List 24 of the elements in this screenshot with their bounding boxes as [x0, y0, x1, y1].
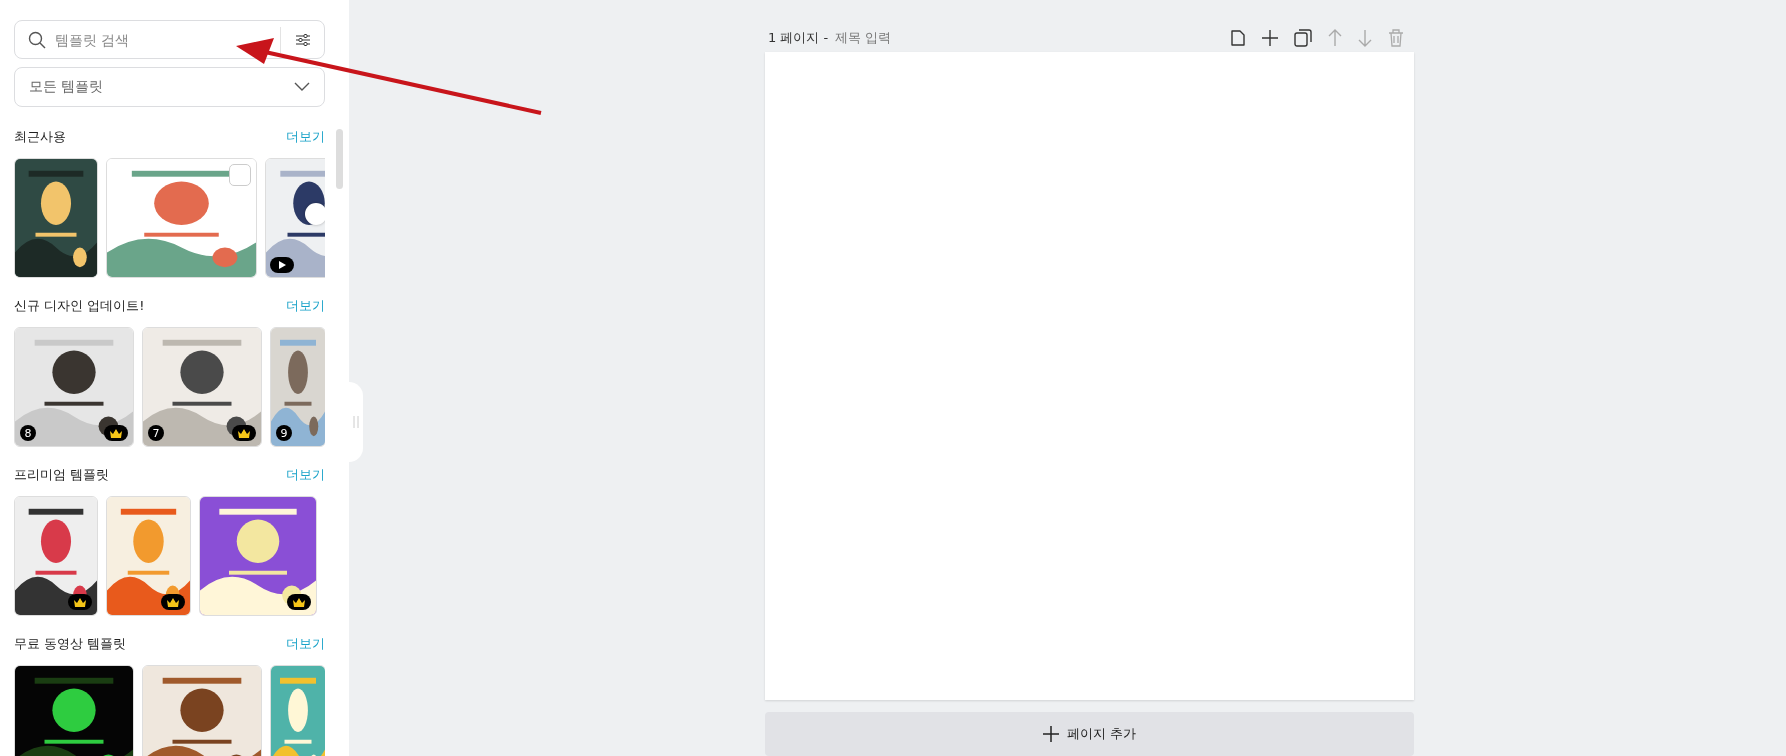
plus-icon [1042, 726, 1059, 742]
sliders-icon [295, 32, 311, 47]
section-title: 최근사용 [14, 128, 66, 146]
page-title: 1 페이지 - [768, 28, 829, 47]
section-title: 프리미엄 템플릿 [14, 466, 110, 484]
more-link[interactable]: 더보기 [286, 466, 325, 484]
section-title: 신규 디자인 업데이트! [14, 297, 145, 315]
more-link[interactable]: 더보기 [286, 128, 325, 146]
grip-icon [353, 416, 359, 428]
search-icon [28, 31, 46, 49]
panel-collapse-handle[interactable] [349, 382, 363, 462]
template-filter-dropdown[interactable]: 모든 템플릿 [14, 67, 325, 107]
select-checkbox[interactable] [229, 164, 251, 186]
add-page-button[interactable]: 페이지 추가 [765, 712, 1414, 756]
chevron-down-icon [294, 82, 310, 92]
duplicate-icon[interactable] [1294, 28, 1312, 47]
more-link[interactable]: 더보기 [286, 297, 325, 315]
section-title: 무료 동영상 템플릿 [14, 635, 127, 653]
page-icon[interactable] [1230, 28, 1246, 47]
search-field[interactable]: 템플릿 검색 [14, 20, 325, 59]
scrollbar[interactable] [336, 129, 343, 189]
page-title-input[interactable]: 제목 입력 [833, 29, 958, 46]
more-link[interactable]: 더보기 [286, 635, 325, 653]
plus-icon[interactable] [1262, 29, 1278, 46]
